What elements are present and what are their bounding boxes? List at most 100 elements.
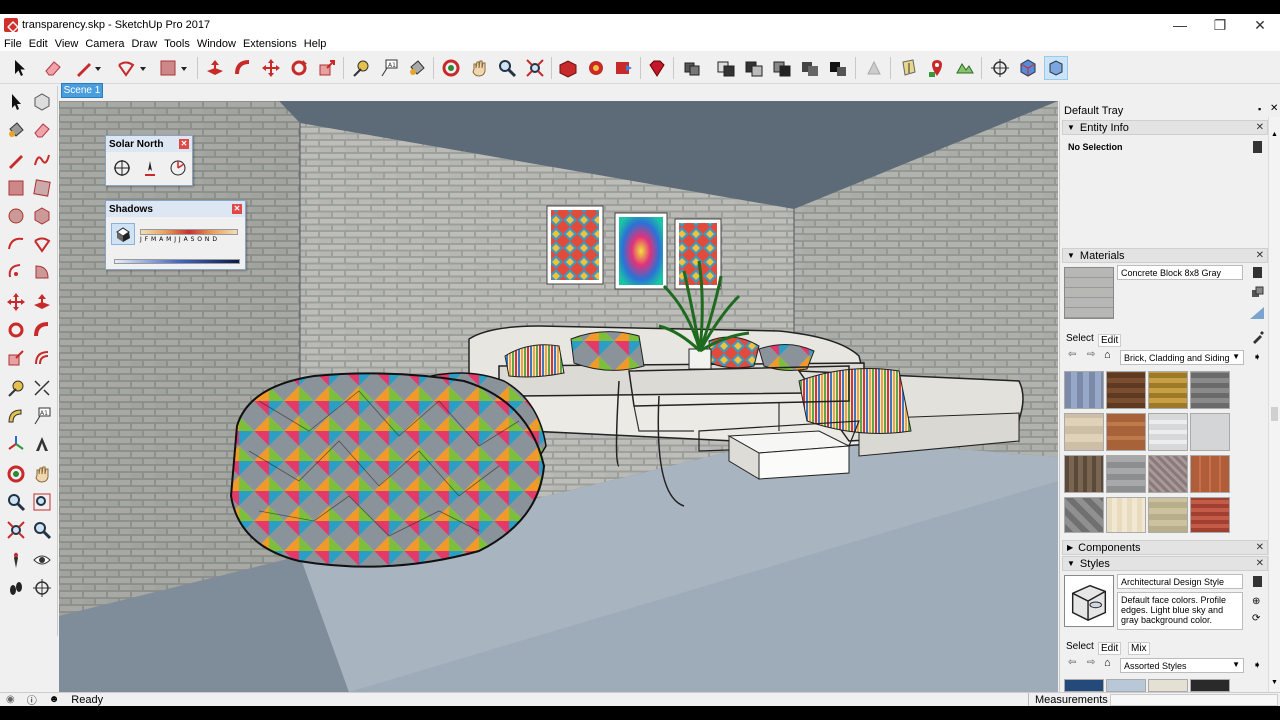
scroll-thumb[interactable] [1271,407,1278,421]
date-slider[interactable] [140,229,238,235]
zoom-extents-button[interactable] [523,56,547,80]
view-iso-button[interactable] [1016,56,1040,80]
make-group-button[interactable] [680,56,704,80]
pan-tool-button[interactable] [467,56,491,80]
materials-header[interactable]: ▼ Materials ✕ [1062,248,1268,263]
material-swatch[interactable] [1064,497,1104,533]
freehand-tool[interactable] [30,148,54,172]
material-swatch[interactable] [1064,413,1104,451]
two-point-arc-tool[interactable] [30,232,54,256]
look-around-tool[interactable] [30,548,54,572]
components-button[interactable] [584,56,608,80]
scale-tool[interactable] [4,346,28,370]
paint-bucket-button[interactable] [405,56,429,80]
material-swatch[interactable] [1148,455,1188,493]
material-swatch[interactable] [1106,497,1146,533]
style-swatch[interactable] [1064,679,1104,692]
tape-measure-tool[interactable] [4,376,28,400]
forward-arrow-icon[interactable]: ⇨ [1087,657,1095,668]
solid-trim-button[interactable] [798,56,822,80]
material-swatch[interactable] [1106,455,1146,493]
rectangle-tool-button[interactable] [156,56,180,80]
perspective-view-button[interactable] [1044,56,1068,80]
home-icon[interactable]: ⌂ [1104,657,1111,669]
select-tool[interactable] [4,90,28,114]
polygon-tool[interactable] [30,204,54,228]
solid-union-button[interactable] [714,56,738,80]
create-style-icon[interactable]: ⊕ [1252,596,1260,607]
style-swatch[interactable] [1190,679,1230,692]
zoom-tool-button[interactable] [495,56,519,80]
rotate-tool-button[interactable] [287,56,311,80]
back-arrow-icon[interactable]: ⇦ [1068,657,1076,668]
scale-tool-button[interactable] [315,56,339,80]
details-arrow-icon[interactable]: ➧ [1253,660,1261,671]
extension-warehouse-button[interactable] [645,56,669,80]
axes-tool[interactable] [4,432,28,456]
menu-edit[interactable]: Edit [29,38,48,50]
arc-tool-button[interactable] [114,56,138,80]
entity-info-header[interactable]: ▼ Entity Info ✕ [1062,120,1268,135]
follow-me-tool[interactable] [30,318,54,342]
material-swatch[interactable] [1106,371,1146,409]
close-icon[interactable]: ✕ [1256,558,1264,569]
style-thumbnail[interactable] [1064,575,1114,627]
material-swatch[interactable] [1190,497,1230,533]
styles-header[interactable]: ▼ Styles ✕ [1062,556,1268,571]
material-collection-select[interactable]: Brick, Cladding and Siding ▼ [1120,350,1244,365]
tab-materials-edit[interactable]: Edit [1098,334,1122,347]
menu-file[interactable]: File [4,38,22,50]
section-plane-button[interactable] [897,56,921,80]
style-description[interactable]: Default face colors. Profile edges. Ligh… [1117,592,1243,630]
solar-north-header[interactable]: Solar North ✕ [106,136,192,152]
line-dropdown[interactable] [92,56,104,80]
section-plane-tool[interactable] [30,576,54,600]
menu-view[interactable]: View [55,38,79,50]
material-swatch[interactable] [1148,497,1188,533]
material-swatch[interactable] [1190,455,1230,493]
line-tool[interactable] [4,148,28,172]
user-account-icon[interactable]: ☻ [49,694,60,705]
credits-icon[interactable]: ⓘ [27,692,37,706]
paint-tool[interactable] [4,118,28,142]
push-pull-tool[interactable] [30,290,54,314]
pin-icon[interactable]: ▪ [1258,104,1261,114]
tape-measure-button[interactable] [349,56,373,80]
pie-tool[interactable] [30,260,54,284]
close-icon[interactable]: ✕ [232,204,242,214]
north-toggle-button[interactable] [112,158,132,178]
pan-tool[interactable] [30,462,54,486]
close-icon[interactable]: ✕ [179,139,189,149]
close-button[interactable]: ✕ [1240,14,1280,36]
geo-location-button[interactable] [925,56,949,80]
arc-dropdown[interactable] [137,56,149,80]
model-viewport[interactable]: Solar North ✕ Shadows ✕ J F M A M J J A … [59,101,1058,692]
zoom-window-tool[interactable] [30,490,54,514]
solid-intersect-button[interactable] [770,56,794,80]
3d-text-tool[interactable] [30,432,54,456]
material-details-icon[interactable] [1253,267,1262,278]
scroll-up-icon[interactable]: ▲ [1271,131,1278,139]
style-collection-select[interactable]: Assorted Styles ▼ [1120,658,1244,673]
menu-tools[interactable]: Tools [164,38,190,50]
text-tool-button[interactable]: A1 [377,56,401,80]
shape-dropdown[interactable] [178,56,190,80]
tab-materials-select[interactable]: Select [1066,333,1094,344]
material-swatch[interactable] [1064,371,1104,409]
offset-tool[interactable] [30,346,54,370]
style-swatch[interactable] [1148,679,1188,692]
menu-camera[interactable]: Camera [85,38,124,50]
three-point-arc-tool[interactable] [4,260,28,284]
scroll-down-icon[interactable]: ▼ [1271,679,1278,687]
material-swatch[interactable] [1190,413,1230,451]
solid-subtract-button[interactable] [742,56,766,80]
minimize-button[interactable]: — [1160,14,1200,36]
material-name-field[interactable]: Concrete Block 8x8 Gray [1117,265,1243,280]
select-tool-button[interactable] [8,56,32,80]
circle-tool[interactable] [4,204,28,228]
material-swatch[interactable] [1190,371,1230,409]
details-arrow-icon[interactable]: ➧ [1253,352,1261,363]
arc-tool[interactable] [4,232,28,256]
rotate-tool[interactable] [4,318,28,342]
create-material-button[interactable] [1251,286,1265,300]
